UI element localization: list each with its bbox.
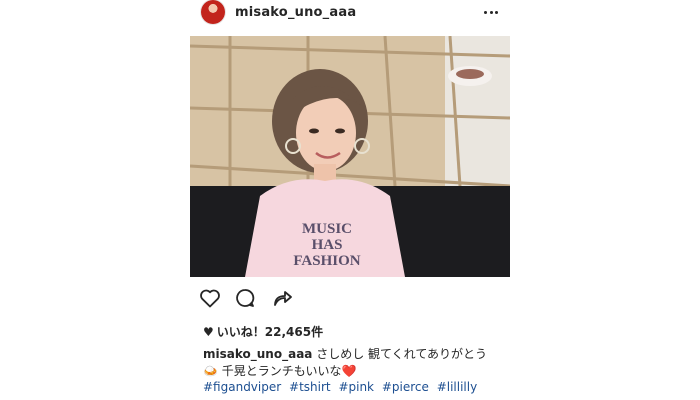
likes-text: いいね！22,465件 bbox=[216, 325, 324, 339]
post-header: misako_uno_aaa bbox=[195, 0, 515, 28]
caption-username[interactable]: misako_uno_aaa bbox=[203, 347, 312, 361]
share-arrow-icon[interactable] bbox=[270, 286, 294, 310]
post-photo[interactable]: MUSIC HAS FASHION bbox=[190, 36, 510, 277]
hashtag-link[interactable]: #tshirt bbox=[289, 380, 331, 394]
tshirt-line-1: MUSIC bbox=[301, 221, 352, 237]
comment-icon[interactable] bbox=[233, 286, 257, 310]
hashtag-link[interactable]: #pierce bbox=[382, 380, 429, 394]
hashtag-link[interactable]: #figandviper bbox=[203, 380, 281, 394]
tshirt-print: MUSIC HAS FASHION bbox=[272, 221, 382, 269]
small-heart-icon: ♥ bbox=[203, 324, 214, 339]
more-options-icon[interactable] bbox=[483, 4, 499, 20]
hashtag-link[interactable]: #lillilly bbox=[437, 380, 478, 394]
avatar[interactable] bbox=[201, 0, 225, 24]
tshirt-line-3: FASHION bbox=[293, 253, 361, 269]
tshirt-line-2: HAS bbox=[311, 237, 343, 253]
hashtag-list: #figandviper #tshirt #pink #pierce #lill… bbox=[203, 380, 481, 394]
action-bar bbox=[198, 286, 518, 310]
likes-count[interactable]: ♥ いいね！22,465件 bbox=[203, 323, 323, 340]
like-heart-icon[interactable] bbox=[198, 286, 222, 310]
caption: misako_uno_aaa さしめし 観てくれてありがとう 🍛 千晃とランチも… bbox=[203, 346, 503, 380]
username[interactable]: misako_uno_aaa bbox=[235, 5, 356, 20]
hashtag-link[interactable]: #pink bbox=[338, 380, 374, 394]
